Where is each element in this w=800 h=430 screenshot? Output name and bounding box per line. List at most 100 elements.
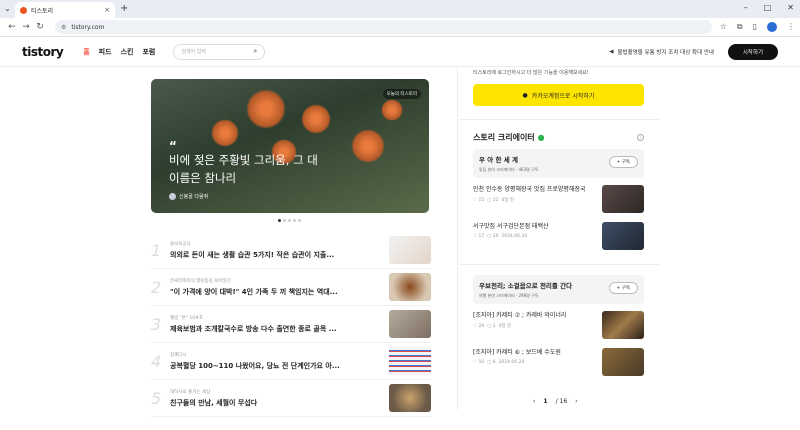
likes-count: 15 — [478, 198, 485, 203]
likes-count: 50 — [478, 360, 485, 365]
author-name: 신봉골 다람쥐 — [179, 194, 209, 200]
main-content: 오늘의 티스토리 “ 비에 젖은 주황빛 그리움, 그 대 이름은 참나리 신봉… — [0, 67, 800, 417]
notice-banner[interactable]: ◀ 불법촬영물 유통 방지 조치 대상 확대 안내 — [609, 48, 714, 56]
post-date: 2024.06.24 — [501, 234, 528, 239]
pager-dot[interactable] — [293, 219, 296, 222]
next-page-icon[interactable]: › — [575, 398, 577, 405]
reload-icon[interactable]: ↻ — [33, 22, 47, 32]
pager-dot[interactable] — [283, 219, 286, 222]
search-icon[interactable]: ⌕ — [253, 47, 257, 56]
list-item[interactable]: 2 은싸리피피의 열린동동 육아일기 "이 가격에 양이 대박!" 4인 가족 … — [151, 269, 431, 306]
notice-text: 불법촬영물 유통 방지 조치 대상 확대 안내 — [617, 49, 714, 56]
info-icon[interactable]: i — [637, 134, 644, 141]
heart-icon: ♡ — [473, 234, 478, 239]
post-stats: ♡ 50 ▢ 6 2024.06.28 — [473, 360, 598, 365]
address-bar[interactable]: ⚙ tistory.com — [55, 20, 712, 34]
start-button[interactable]: 시작하기 — [728, 43, 778, 60]
divider — [457, 119, 660, 120]
post-thumbnail — [389, 347, 431, 375]
browser-tab[interactable]: 티스토리 × — [15, 2, 115, 18]
profile-avatar-icon[interactable] — [767, 22, 777, 32]
pager-dot[interactable] — [298, 219, 301, 222]
close-tab-icon[interactable]: × — [104, 6, 110, 14]
post-date: 4일 전 — [501, 198, 514, 203]
list-item[interactable]: 5 대하사의 즐거는 세상 친구들의 만남, 세월이 무섭다 — [151, 380, 431, 417]
post-thumbnail — [602, 185, 644, 213]
hero-badge: 오늘의 티스토리 — [382, 89, 421, 99]
tab-search-icon[interactable]: ⌄ — [4, 4, 11, 13]
post-thumbnail — [389, 310, 431, 338]
back-icon[interactable]: ← — [5, 22, 19, 32]
kakao-login-button[interactable]: ● 카카오계정으로 시작하기 — [473, 84, 644, 106]
hero-title[interactable]: 비에 젖은 주황빛 그리움, 그 대 이름은 참나리 — [169, 151, 329, 187]
hero-banner[interactable]: 오늘의 티스토리 “ 비에 젖은 주황빛 그리움, 그 대 이름은 참나리 신봉… — [151, 79, 429, 213]
site-info-icon[interactable]: ⚙ — [61, 24, 66, 31]
pager-dot[interactable] — [278, 219, 281, 222]
sidepanel-icon[interactable]: ▯ — [753, 22, 757, 32]
subscribe-button[interactable]: + 구독 — [608, 282, 638, 294]
current-page: 1 — [543, 398, 548, 405]
creator-card[interactable]: 우보천리; 소걸음으로 천리를 간다 여행 분야 크리에이터 · 298명 구독… — [473, 275, 644, 304]
nav-skin[interactable]: 스킨 — [121, 47, 134, 57]
post-title: 제육보범과 조개칼국수로 방송 다수 출연한 종로 골목 ... — [170, 324, 337, 333]
creator-post[interactable]: 인천 안수동 양평해장국 맛집 프로양평해장국 ♡ 15 ▢ 22 4일 전 — [473, 185, 644, 215]
nav-home[interactable]: 홈 — [83, 47, 89, 57]
creator-post-title: [조지아] 카제티 ⑥ ; 보드베 수도원 — [473, 349, 561, 356]
close-window-icon[interactable]: ✕ — [787, 3, 794, 12]
browser-menu-icon[interactable]: ⋮ — [787, 22, 795, 32]
heart-icon: ♡ — [473, 324, 478, 329]
window-controls: – □ ✕ — [744, 3, 794, 12]
post-thumbnail — [389, 384, 431, 412]
post-title: "이 가격에 양이 대박!" 4인 가족 두 끼 책임지는 역대... — [170, 287, 338, 296]
list-item[interactable]: 1 돌보의공식 의외로 돈이 새는 생활 습관 5가지! 작은 습관이 지출..… — [151, 232, 431, 269]
pager-dot[interactable] — [288, 219, 291, 222]
hero-author[interactable]: 신봉골 다람쥐 — [169, 193, 208, 200]
rank-number: 5 — [151, 388, 162, 408]
heart-icon: ♡ — [473, 360, 478, 365]
post-thumbnail — [602, 348, 644, 376]
rank-number: 1 — [151, 240, 162, 260]
post-thumbnail — [602, 311, 644, 339]
tistory-logo[interactable]: tistory — [22, 45, 64, 59]
comment-icon: ▢ — [487, 360, 492, 365]
forward-icon[interactable]: → — [19, 22, 33, 32]
blog-name: 웰빙 "온" 10#포 — [170, 315, 204, 321]
subscribe-button[interactable]: + 구독 — [608, 156, 638, 168]
prev-page-icon[interactable]: ‹ — [533, 398, 535, 405]
creator-post-title: 서구맛집 서구검단본점 태백산 — [473, 223, 549, 230]
creator-post-title: 인천 안수동 양평해장국 맛집 프로양평해장국 — [473, 186, 586, 193]
creators-pagination: ‹ 1 / 16 › — [533, 398, 578, 405]
comments-count: 20 — [492, 234, 499, 239]
sidebar: 티스토리에 로그인하시고 더 많은 기능을 이용해보세요! ● 카카오계정으로 … — [457, 67, 660, 378]
maximize-icon[interactable]: □ — [764, 3, 772, 12]
new-tab-icon[interactable]: + — [120, 3, 128, 14]
likes-count: 26 — [478, 324, 485, 329]
list-item[interactable]: 3 웰빙 "온" 10#포 제육보범과 조개칼국수로 방송 다수 출연한 종로 … — [151, 306, 431, 343]
nav-feed[interactable]: 피드 — [99, 47, 112, 57]
site-header: tistory 홈 피드 스킨 포럼 검색어 입력 ⌕ ◀ 불법촬영물 유통 방… — [0, 37, 800, 67]
post-stats: ♡ 15 ▢ 22 4일 전 — [473, 197, 598, 203]
creators-heading-text: 스토리 크리에이터 — [473, 133, 535, 142]
creator-post[interactable]: [조지아] 카제티 ⑥ ; 보드베 수도원 ♡ 50 ▢ 6 2024.06.2… — [473, 348, 644, 378]
main-nav: 홈 피드 스킨 포럼 — [83, 47, 155, 57]
browser-tab-strip: ⌄ 티스토리 × + – □ ✕ — [0, 0, 800, 18]
creator-post[interactable]: 서구맛집 서구검단본점 태백산 ♡ 17 ▢ 20 2024.06.24 — [473, 222, 644, 252]
comment-icon: ▢ — [487, 198, 492, 203]
heart-icon: ♡ — [473, 198, 478, 203]
creator-post-title: [조지아] 카제티 ⑦ ; 카레바 와이너리 — [473, 312, 567, 319]
kakao-button-label: 카카오계정으로 시작하기 — [531, 92, 595, 100]
post-thumbnail — [389, 236, 431, 264]
comments-count: 22 — [492, 198, 499, 203]
extensions-icon[interactable]: ⧉ — [737, 22, 743, 32]
bookmark-star-icon[interactable]: ☆ — [720, 22, 727, 32]
list-item[interactable]: 4 참깨다시 공복혈당 100~110 나왔어요, 당뇨 전 단계인가요 아..… — [151, 343, 431, 380]
blog-name: 참깨다시 — [170, 352, 187, 358]
nav-forum[interactable]: 포럼 — [142, 47, 155, 57]
minimize-icon[interactable]: – — [744, 3, 748, 12]
search-placeholder: 검색어 입력 — [181, 49, 206, 55]
blog-name: 돌보의공식 — [170, 241, 191, 247]
creators-heading: 스토리 크리에이터 ● i — [473, 132, 644, 143]
creator-post[interactable]: [조지아] 카제티 ⑦ ; 카레바 와이너리 ♡ 26 ▢ 2 4일 전 — [473, 311, 644, 341]
creator-card[interactable]: 우 아 한 세 계 맛집 분야 크리에이터 · 463명 구독 + 구독 — [473, 149, 644, 178]
search-input[interactable]: 검색어 입력 ⌕ — [173, 43, 266, 60]
